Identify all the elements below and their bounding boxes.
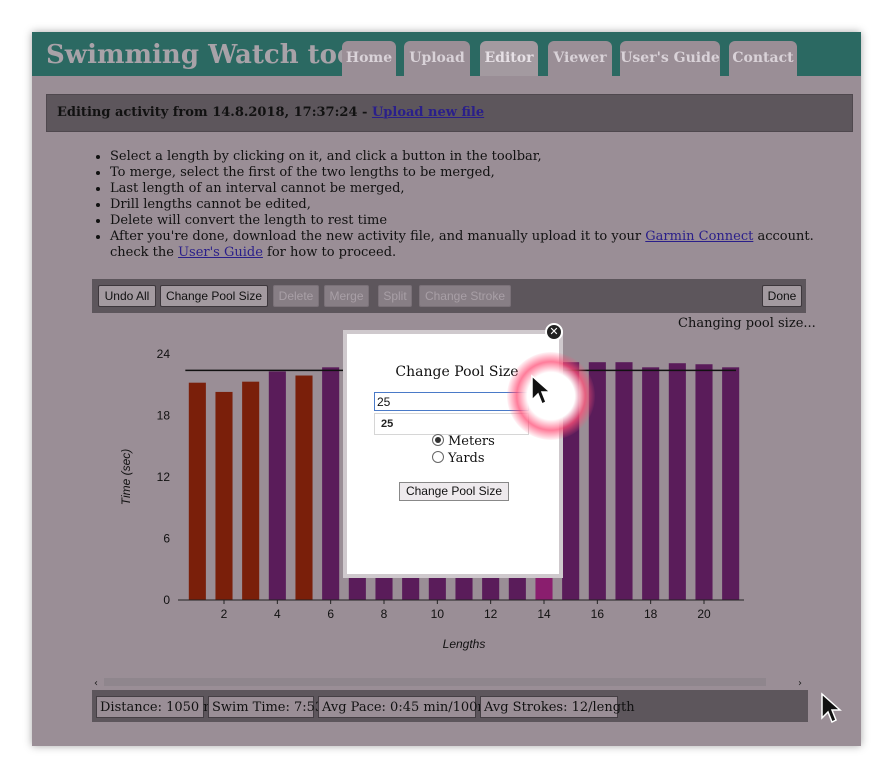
distance-stat: Distance: 1050 m xyxy=(96,696,216,718)
delete-button[interactable]: Delete xyxy=(273,285,319,307)
merge-button[interactable]: Merge xyxy=(324,285,369,307)
x-tick-label: 12 xyxy=(484,607,498,621)
tab-viewer[interactable]: Viewer xyxy=(548,41,612,76)
scroll-left-arrow-icon[interactable]: ‹ xyxy=(94,678,98,688)
close-icon[interactable]: ✕ xyxy=(545,323,563,341)
tab-upload[interactable]: Upload xyxy=(404,41,470,76)
chart-bar[interactable] xyxy=(642,367,660,600)
yards-radio[interactable] xyxy=(432,451,444,463)
x-tick-label: 14 xyxy=(537,607,551,621)
horizontal-scrollbar[interactable]: ‹ › xyxy=(92,674,808,688)
instructions-list: Select a length by clicking on it, and c… xyxy=(92,149,850,261)
scrollbar-track[interactable] xyxy=(104,678,766,686)
mouse-pointer-icon xyxy=(821,692,842,724)
site-header: Swimming Watch tools Home Upload Editor … xyxy=(32,32,861,76)
x-tick-label: 16 xyxy=(591,607,605,621)
confirm-change-pool-size-button[interactable]: Change Pool Size xyxy=(399,482,509,501)
x-axis-label: Lengths xyxy=(443,637,486,651)
tab-users-guide[interactable]: User's Guide xyxy=(620,41,720,76)
chart-bar[interactable] xyxy=(188,382,206,600)
avg-strokes-stat: Avg Strokes: 12/length xyxy=(480,696,635,718)
chart-bar[interactable] xyxy=(215,391,233,600)
change-stroke-button[interactable]: Change Stroke xyxy=(419,285,511,307)
instruction-item: Drill lengths cannot be edited, xyxy=(110,197,850,213)
autocomplete-suggestion[interactable]: 25 xyxy=(374,413,529,435)
scroll-right-arrow-icon[interactable]: › xyxy=(798,678,802,688)
done-button[interactable]: Done xyxy=(762,285,802,307)
meters-radio[interactable] xyxy=(432,434,444,446)
x-tick-label: 4 xyxy=(274,607,281,621)
instruction-item: After you're done, download the new acti… xyxy=(110,229,850,261)
instruction-item: Last length of an interval cannot be mer… xyxy=(110,181,850,197)
chart-bar[interactable] xyxy=(242,381,260,600)
upload-new-file-link[interactable]: Upload new file xyxy=(372,105,484,120)
swim-time-stat: Swim Time: 7:53 xyxy=(208,696,323,718)
instruction-item: Delete will convert the length to rest t… xyxy=(110,213,850,229)
change-pool-size-button[interactable]: Change Pool Size xyxy=(160,285,268,307)
x-tick-label: 2 xyxy=(221,607,228,621)
instruction-text: After you're done, download the new acti… xyxy=(110,229,646,244)
y-tick-label: 24 xyxy=(157,347,171,361)
tab-home[interactable]: Home xyxy=(342,41,396,76)
tab-editor[interactable]: Editor xyxy=(480,41,538,76)
tab-contact[interactable]: Contact xyxy=(729,41,797,76)
users-guide-link[interactable]: User's Guide xyxy=(178,245,263,260)
chart-bar[interactable] xyxy=(322,367,340,600)
instruction-text: for how to proceed. xyxy=(262,245,397,260)
undo-all-button[interactable]: Undo All xyxy=(98,285,156,307)
chart-bar[interactable] xyxy=(295,375,313,600)
x-tick-label: 8 xyxy=(381,607,388,621)
y-tick-label: 6 xyxy=(163,532,170,546)
site-title: Swimming Watch tools xyxy=(46,40,379,70)
activity-summary-bar: Distance: 1050 m Swim Time: 7:53 Avg Pac… xyxy=(92,690,808,722)
editing-info-prefix: Editing activity from 14.8.2018, 17:37:2… xyxy=(57,105,372,120)
x-tick-label: 6 xyxy=(327,607,334,621)
y-tick-label: 18 xyxy=(157,409,171,423)
chart-bar[interactable] xyxy=(722,367,740,600)
y-axis-label: Time (sec) xyxy=(119,449,133,506)
yards-label: Yards xyxy=(448,451,485,466)
pool-size-input[interactable] xyxy=(374,392,529,411)
instruction-item: To merge, select the first of the two le… xyxy=(110,165,850,181)
browser-page: Swimming Watch tools Home Upload Editor … xyxy=(32,32,861,746)
chart-bar[interactable] xyxy=(268,371,286,600)
instruction-item: Select a length by clicking on it, and c… xyxy=(110,149,850,165)
garmin-connect-link[interactable]: Garmin Connect xyxy=(645,229,753,244)
editing-info-bar: Editing activity from 14.8.2018, 17:37:2… xyxy=(46,94,853,132)
x-tick-label: 18 xyxy=(644,607,658,621)
split-button[interactable]: Split xyxy=(378,285,412,307)
unit-option-yards[interactable]: Yards xyxy=(432,451,485,466)
y-tick-label: 12 xyxy=(157,470,171,484)
mouse-pointer-icon xyxy=(531,374,552,406)
chart-bar[interactable] xyxy=(695,364,713,600)
avg-pace-stat: Avg Pace: 0:45 min/100m xyxy=(318,696,490,718)
editing-info-text: Editing activity from 14.8.2018, 17:37:2… xyxy=(57,105,484,120)
x-tick-label: 20 xyxy=(697,607,711,621)
chart-bar[interactable] xyxy=(668,363,686,600)
unit-option-meters[interactable]: Meters xyxy=(432,434,495,449)
y-tick-label: 0 xyxy=(163,593,170,607)
chart-bar[interactable] xyxy=(615,362,633,600)
meters-label: Meters xyxy=(448,434,495,449)
editor-toolbar: Undo All Change Pool Size Delete Merge S… xyxy=(92,279,806,313)
x-tick-label: 10 xyxy=(431,607,445,621)
status-note: Changing pool size... xyxy=(678,316,816,331)
